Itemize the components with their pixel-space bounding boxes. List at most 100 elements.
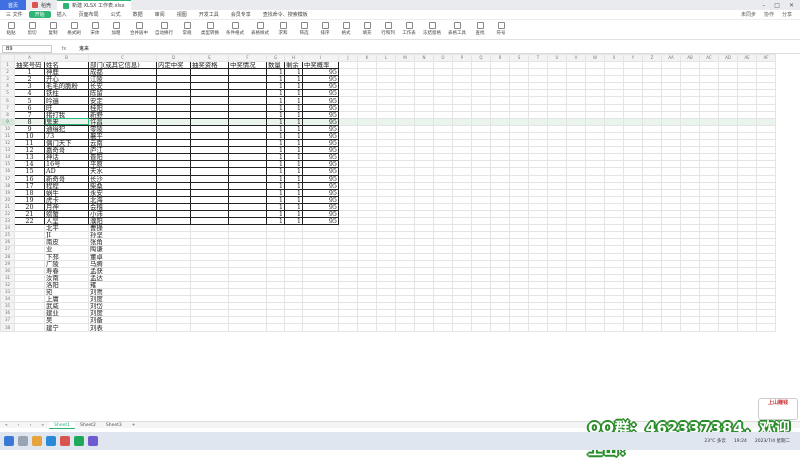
- empty-cell[interactable]: [357, 160, 377, 169]
- empty-cell[interactable]: [699, 103, 719, 112]
- data-cell[interactable]: [228, 110, 267, 119]
- empty-cell[interactable]: [661, 146, 681, 155]
- empty-cell[interactable]: [585, 316, 605, 325]
- data-cell[interactable]: 1: [284, 174, 303, 183]
- data-cell[interactable]: 成都: [88, 68, 157, 77]
- empty-cell[interactable]: [471, 146, 491, 155]
- data-cell[interactable]: [228, 202, 267, 211]
- data-cell[interactable]: 1: [284, 124, 303, 133]
- empty-cell[interactable]: [699, 302, 719, 311]
- empty-cell[interactable]: [357, 89, 377, 98]
- empty-cell[interactable]: [395, 153, 415, 162]
- data-cell[interactable]: [266, 224, 285, 233]
- column-header[interactable]: A: [14, 54, 45, 62]
- empty-cell[interactable]: [547, 224, 567, 233]
- empty-cell[interactable]: [528, 110, 548, 119]
- data-cell[interactable]: 1: [284, 68, 303, 77]
- data-cell[interactable]: [190, 96, 229, 105]
- empty-cell[interactable]: [585, 238, 605, 247]
- empty-cell[interactable]: [756, 323, 776, 332]
- data-cell[interactable]: [156, 209, 191, 219]
- data-cell[interactable]: 安定: [88, 96, 157, 105]
- prev-sheet-icon[interactable]: ‹: [13, 422, 25, 429]
- data-cell[interactable]: 马腾: [88, 259, 157, 268]
- data-cell[interactable]: [190, 103, 229, 112]
- menu-right-0[interactable]: 未同步: [741, 11, 756, 18]
- row-header[interactable]: 23: [0, 217, 15, 226]
- data-cell[interactable]: [190, 82, 229, 91]
- data-cell[interactable]: 蜗牛: [44, 188, 89, 197]
- data-cell[interactable]: 毛毛的脆粉: [44, 82, 89, 91]
- data-cell[interactable]: [190, 245, 229, 254]
- data-cell[interactable]: [14, 316, 45, 325]
- empty-cell[interactable]: [433, 160, 453, 169]
- empty-cell[interactable]: [737, 266, 757, 275]
- data-cell[interactable]: [190, 273, 229, 282]
- empty-cell[interactable]: [604, 124, 624, 133]
- empty-cell[interactable]: [585, 295, 605, 304]
- empty-cell[interactable]: [357, 295, 377, 304]
- empty-cell[interactable]: [661, 252, 681, 261]
- row-header[interactable]: 36: [0, 309, 15, 318]
- data-cell[interactable]: [156, 231, 191, 240]
- empty-cell[interactable]: [338, 68, 358, 77]
- row-header[interactable]: 16: [0, 167, 15, 176]
- data-cell[interactable]: 12: [14, 146, 45, 155]
- empty-cell[interactable]: [623, 316, 643, 325]
- empty-cell[interactable]: [490, 252, 510, 261]
- data-cell[interactable]: [266, 245, 285, 254]
- empty-cell[interactable]: [509, 252, 529, 261]
- empty-cell[interactable]: [357, 110, 377, 119]
- empty-cell[interactable]: [509, 153, 529, 162]
- empty-cell[interactable]: [642, 195, 662, 204]
- empty-cell[interactable]: [661, 96, 681, 105]
- empty-cell[interactable]: [433, 238, 453, 247]
- empty-cell[interactable]: [547, 323, 567, 332]
- empty-cell[interactable]: [680, 68, 700, 77]
- data-cell[interactable]: 1: [284, 82, 303, 91]
- data-cell[interactable]: 1: [14, 68, 45, 77]
- empty-cell[interactable]: [566, 110, 586, 119]
- empty-cell[interactable]: [471, 252, 491, 261]
- empty-cell[interactable]: [452, 259, 472, 268]
- empty-cell[interactable]: [642, 68, 662, 77]
- empty-cell[interactable]: [414, 181, 434, 190]
- empty-cell[interactable]: [433, 266, 453, 275]
- empty-cell[interactable]: [471, 131, 491, 141]
- data-cell[interactable]: 上庸: [44, 295, 89, 304]
- empty-cell[interactable]: [642, 139, 662, 148]
- empty-cell[interactable]: [471, 96, 491, 105]
- empty-cell[interactable]: [604, 245, 624, 254]
- empty-cell[interactable]: [737, 89, 757, 98]
- empty-cell[interactable]: [547, 139, 567, 148]
- corner-cell[interactable]: [0, 54, 15, 62]
- empty-cell[interactable]: [661, 217, 681, 226]
- empty-cell[interactable]: [737, 146, 757, 155]
- empty-cell[interactable]: [623, 252, 643, 261]
- column-header[interactable]: S: [509, 54, 529, 62]
- empty-cell[interactable]: [623, 266, 643, 275]
- fx-icon[interactable]: fx: [52, 46, 76, 52]
- empty-cell[interactable]: [452, 195, 472, 204]
- header-cell[interactable]: 抽奖资格: [190, 60, 229, 70]
- empty-cell[interactable]: [452, 202, 472, 211]
- data-cell[interactable]: 零陵: [88, 124, 157, 133]
- empty-cell[interactable]: [338, 302, 358, 311]
- empty-cell[interactable]: [414, 266, 434, 275]
- data-cell[interactable]: [156, 295, 191, 304]
- ribbon-button-10[interactable]: 条件格式: [226, 22, 244, 36]
- empty-cell[interactable]: [490, 146, 510, 155]
- data-cell[interactable]: [156, 75, 191, 84]
- empty-cell[interactable]: [585, 139, 605, 148]
- ribbon-button-4[interactable]: 宋体: [88, 22, 102, 36]
- data-cell[interactable]: 新野: [88, 110, 157, 119]
- empty-cell[interactable]: [433, 224, 453, 233]
- empty-cell[interactable]: [699, 231, 719, 240]
- data-cell[interactable]: 6: [14, 103, 45, 112]
- empty-cell[interactable]: [376, 252, 396, 261]
- empty-cell[interactable]: [357, 266, 377, 275]
- empty-cell[interactable]: [547, 280, 567, 290]
- empty-cell[interactable]: [566, 302, 586, 311]
- data-cell[interactable]: 宛: [44, 287, 89, 297]
- data-cell[interactable]: 4: [14, 89, 45, 98]
